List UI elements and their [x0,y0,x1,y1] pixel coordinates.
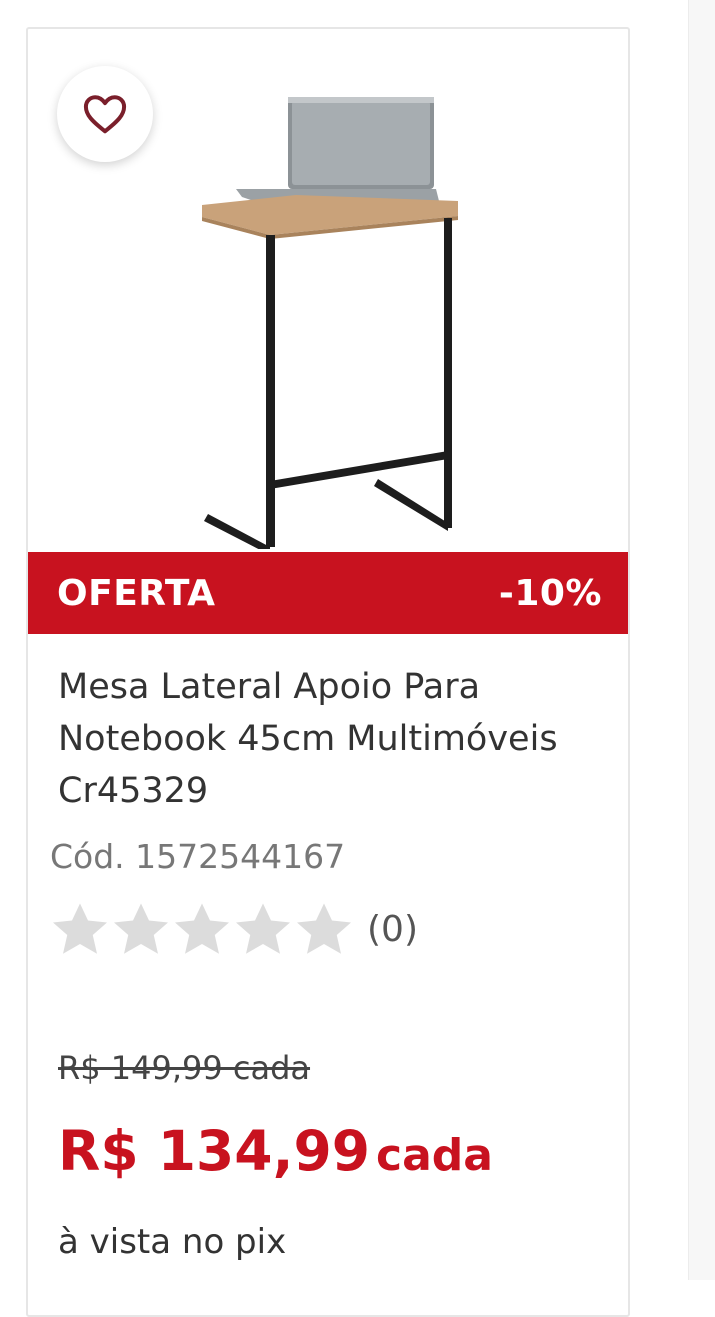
star-icon [297,903,351,954]
next-card-edge [688,0,715,1280]
review-count: (0) [367,908,418,950]
price-unit: cada [376,1130,493,1181]
star-icon [175,903,229,954]
rating-stars [50,901,355,957]
product-title[interactable]: Mesa Lateral Apoio Para Notebook 45cm Mu… [58,661,618,817]
heart-outline-icon [83,95,127,134]
favorite-button[interactable] [57,66,153,162]
star-icon [236,903,290,954]
offer-label: OFERTA [57,572,216,614]
star-icon [53,903,107,954]
discount-badge: -10% [498,572,602,614]
star-icon [114,903,168,954]
product-code: Cód. 1572544167 [50,837,346,876]
old-price: R$ 149,99 cada [58,1049,311,1087]
price-amount: R$ 134,99 [58,1119,371,1183]
product-image[interactable] [178,89,478,549]
product-card[interactable]: OFERTA -10% Mesa Lateral Apoio Para Note… [26,27,630,1317]
current-price: R$ 134,99 cada [58,1119,493,1183]
offer-banner: OFERTA -10% [28,552,628,634]
payment-note: à vista no pix [58,1222,287,1262]
product-rating: (0) [50,901,418,957]
